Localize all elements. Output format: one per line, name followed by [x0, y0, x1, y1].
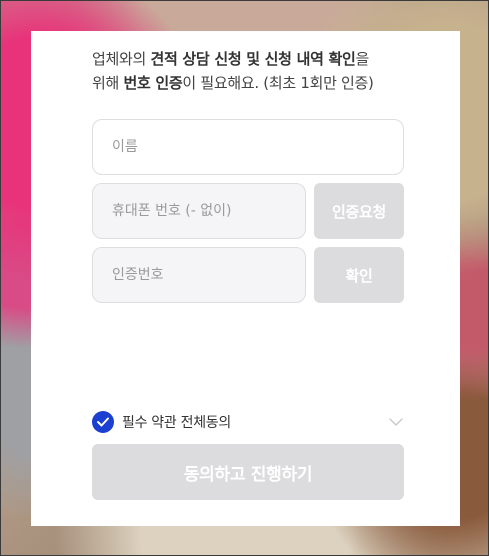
code-field[interactable] — [92, 247, 306, 303]
code-input[interactable] — [110, 266, 305, 284]
intro-line2-suffix: 이 필요해요. (최초 1회만 인증) — [182, 74, 374, 92]
request-code-button[interactable]: 인증요청 — [314, 183, 404, 239]
agree-all-label: 필수 약관 전체동의 — [122, 415, 231, 431]
screen: 업체와의 견적 상담 신청 및 신청 내역 확인을 위해 번호 인증이 필요해요… — [0, 0, 489, 556]
agree-all-row[interactable]: 필수 약관 전체동의 — [92, 411, 404, 433]
intro-text: 업체와의 견적 상담 신청 및 신청 내역 확인을 위해 번호 인증이 필요해요… — [92, 47, 412, 95]
name-field[interactable] — [92, 119, 404, 175]
confirm-code-button[interactable]: 확인 — [314, 247, 404, 303]
intro-line1-bold: 견적 상담 신청 및 신청 내역 확인 — [150, 50, 356, 68]
name-input[interactable] — [110, 138, 403, 156]
intro-line2-bold: 번호 인증 — [123, 74, 183, 92]
intro-line1-suffix: 을 — [355, 50, 370, 68]
intro-line2-prefix: 위해 — [92, 74, 124, 92]
verification-panel: 업체와의 견적 상담 신청 및 신청 내역 확인을 위해 번호 인증이 필요해요… — [31, 31, 460, 526]
chevron-down-icon[interactable] — [388, 414, 404, 430]
agree-and-proceed-button[interactable]: 동의하고 진행하기 — [92, 444, 404, 500]
phone-input[interactable] — [110, 202, 305, 220]
intro-line1-prefix: 업체와의 — [92, 50, 151, 68]
phone-field[interactable] — [92, 183, 306, 239]
checkmark-icon[interactable] — [92, 411, 114, 433]
